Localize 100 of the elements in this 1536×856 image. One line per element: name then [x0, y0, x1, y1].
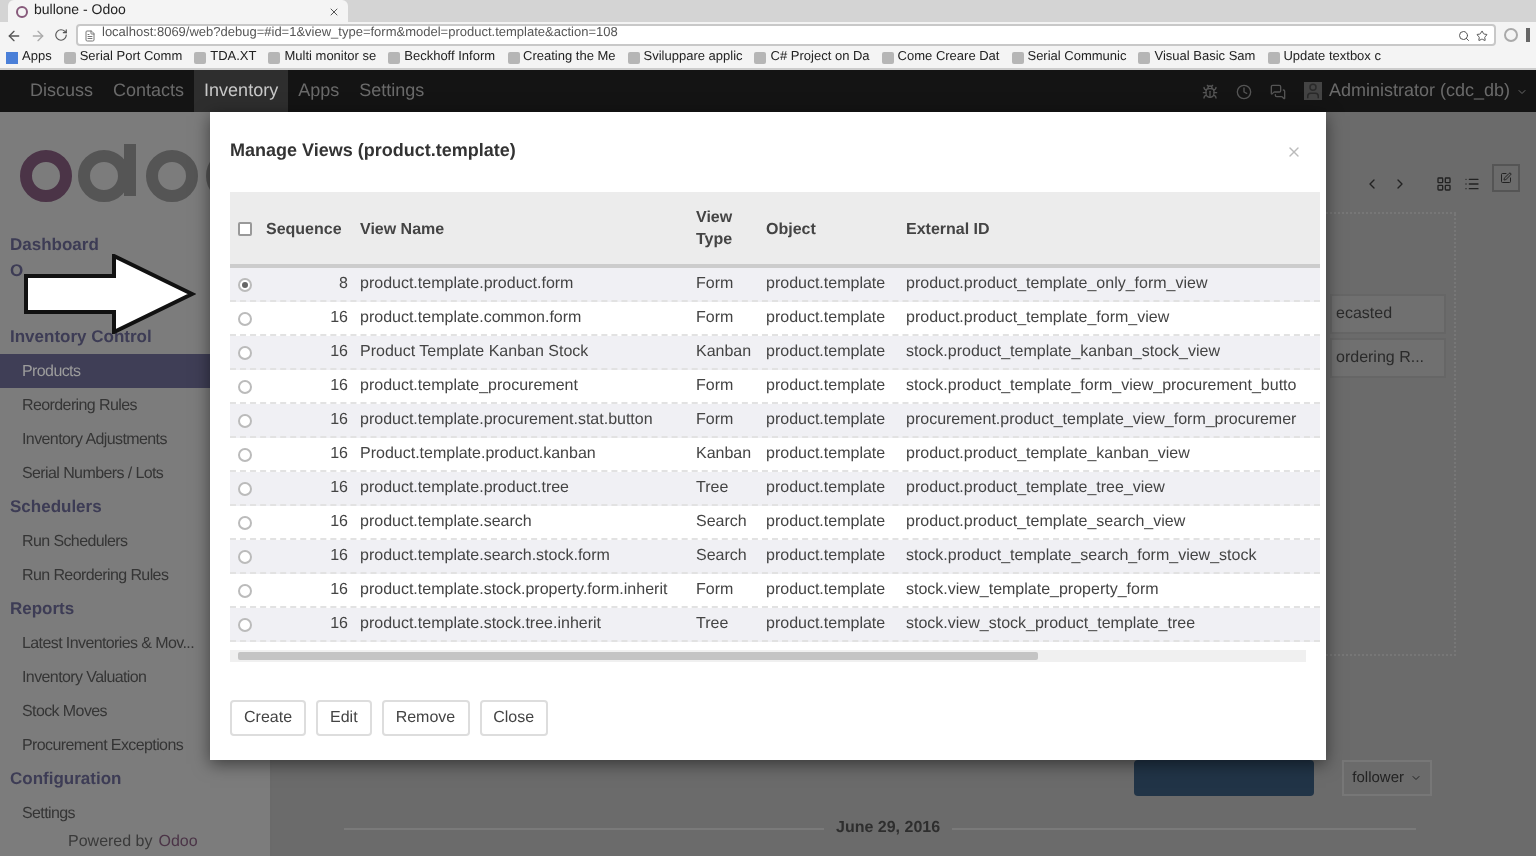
- table-cell: product.product_template_search_view: [906, 512, 1186, 530]
- radio-button[interactable]: [238, 277, 252, 291]
- table-cell: product.product_template_kanban_view: [906, 444, 1190, 462]
- table-cell: Product.template.product.kanban: [360, 444, 596, 462]
- previous-icon[interactable]: [1364, 176, 1380, 192]
- radio-button[interactable]: [238, 447, 252, 461]
- clock-icon[interactable]: [1236, 83, 1253, 99]
- table-cell: Search: [696, 512, 747, 530]
- radio-button[interactable]: [238, 583, 252, 597]
- table-cell: Tree: [696, 478, 729, 496]
- table-cell: product.template: [766, 512, 886, 530]
- dialog-button[interactable]: Edit: [316, 700, 372, 736]
- chat-icon[interactable]: [1270, 83, 1287, 99]
- table-cell: Search: [696, 546, 747, 564]
- star-icon[interactable]: [1476, 29, 1488, 41]
- table-cell: 16: [330, 308, 348, 326]
- site-icon: [388, 52, 401, 64]
- nav-menu-item[interactable]: Inventory: [194, 70, 289, 112]
- table-cell: stock.product_template_form_view_procurement_butto: [906, 376, 1297, 394]
- column-header[interactable]: View Type: [696, 206, 754, 250]
- table-cell: stock.view_stock_product_template_tree: [906, 614, 1196, 632]
- primary-button[interactable]: [1134, 760, 1315, 796]
- kanban-view-icon[interactable]: [1436, 176, 1452, 192]
- column-header[interactable]: External ID: [906, 217, 1314, 239]
- close-icon[interactable]: [328, 5, 340, 17]
- column-header[interactable]: View Name: [360, 217, 684, 239]
- section-heading: Reports: [8, 596, 77, 623]
- table-row[interactable]: 16 product.template.search.stock.form Search product.template stock.product_template_search_form_view_stock: [230, 540, 1320, 574]
- column-header[interactable]: Object: [766, 217, 894, 239]
- site-icon: [507, 52, 520, 64]
- table-cell: product.template: [766, 410, 886, 428]
- radio-button[interactable]: [238, 617, 252, 631]
- select-all-checkbox[interactable]: [238, 221, 252, 235]
- radio-button[interactable]: [238, 481, 252, 495]
- table-row[interactable]: 8 product.template.product.form Form product.template product.product_template_only_form_view: [230, 268, 1320, 302]
- table-row[interactable]: 16 Product Template Kanban Stock Kanban product.template stock.product_template_kanban_stock_view: [230, 336, 1320, 370]
- table-cell: Form: [696, 410, 734, 428]
- table-cell: Tree: [696, 614, 729, 632]
- radio-button[interactable]: [238, 379, 252, 393]
- table-cell: 16: [330, 512, 348, 530]
- table-cell: product.template: [766, 274, 886, 292]
- section-heading: Schedulers: [8, 494, 104, 521]
- column-header[interactable]: Sequence: [266, 217, 348, 239]
- table-row[interactable]: 16 product.template.procurement.stat.button Form product.template procurement.product_template_view_form_procuremer: [230, 404, 1320, 438]
- site-icon: [268, 52, 281, 64]
- table-row[interactable]: 16 product.template.stock.tree.inherit Tree product.template stock.view_stock_product_template_tree: [230, 608, 1320, 642]
- table-cell: Product Template Kanban Stock: [360, 342, 589, 360]
- table-cell: Form: [696, 274, 734, 292]
- site-icon: [194, 52, 207, 64]
- next-icon[interactable]: [1392, 176, 1408, 192]
- table-cell: 16: [330, 546, 348, 564]
- site-icon: [1138, 52, 1151, 64]
- table-cell: 16: [330, 614, 348, 632]
- radio-button[interactable]: [238, 549, 252, 563]
- table-cell: 8: [339, 274, 348, 292]
- list-view-icon[interactable]: [1464, 176, 1480, 192]
- table-cell: product.template: [766, 478, 886, 496]
- table-cell: product.template: [766, 444, 886, 462]
- bug-icon[interactable]: [1202, 83, 1219, 99]
- table-cell: 16: [330, 444, 348, 462]
- dialog-button[interactable]: Remove: [381, 700, 470, 736]
- search-icon[interactable]: [1458, 29, 1470, 41]
- forward-icon[interactable]: [30, 27, 46, 43]
- site-icon: [1267, 52, 1280, 64]
- table-cell: Kanban: [696, 444, 752, 462]
- radio-button[interactable]: [238, 413, 252, 427]
- table-cell: product.template.common.form: [360, 308, 582, 326]
- section-heading: Inventory Control: [8, 324, 154, 351]
- table-cell: product.template: [766, 614, 886, 632]
- table-cell: product.template.procurement.stat.button: [360, 410, 653, 428]
- radio-button[interactable]: [238, 311, 252, 325]
- caret-icon: [1410, 772, 1422, 784]
- dialog-button[interactable]: Close: [479, 700, 549, 736]
- table-cell: procurement.product_template_view_form_procuremer: [906, 410, 1297, 428]
- section-heading: O: [8, 258, 26, 284]
- reload-icon[interactable]: [54, 28, 68, 42]
- table-cell: stock.product_template_kanban_stock_view: [906, 342, 1220, 360]
- extension-icon[interactable]: [1504, 28, 1518, 42]
- back-icon[interactable]: [6, 27, 22, 43]
- table-cell: 16: [330, 410, 348, 428]
- table-row[interactable]: 16 product.template.product.tree Tree product.template product.product_template_tree_view: [230, 472, 1320, 506]
- radio-button[interactable]: [238, 515, 252, 529]
- site-icon: [63, 52, 76, 64]
- avatar-icon: [1304, 82, 1323, 100]
- powered-by-text: Powered by: [68, 834, 153, 850]
- page-icon: [84, 29, 96, 41]
- radio-button[interactable]: [238, 345, 252, 359]
- table-cell: product.template: [766, 308, 886, 326]
- horizontal-scrollbar[interactable]: [230, 650, 1306, 662]
- site-icon: [16, 5, 28, 17]
- dialog-button[interactable]: Create: [230, 700, 307, 736]
- table-cell: product.template_procurement: [360, 376, 578, 394]
- form-view-icon[interactable]: [1492, 164, 1520, 192]
- site-icon: [881, 52, 894, 64]
- table-cell: product.product_template_only_form_view: [906, 274, 1208, 292]
- table-cell: product.template: [766, 342, 886, 360]
- table-cell: product.template: [766, 580, 886, 598]
- table-cell: product.product_template_form_view: [906, 308, 1170, 326]
- table-cell: product.template: [766, 546, 886, 564]
- table-cell: stock.product_template_search_form_view_stock: [906, 546, 1257, 564]
